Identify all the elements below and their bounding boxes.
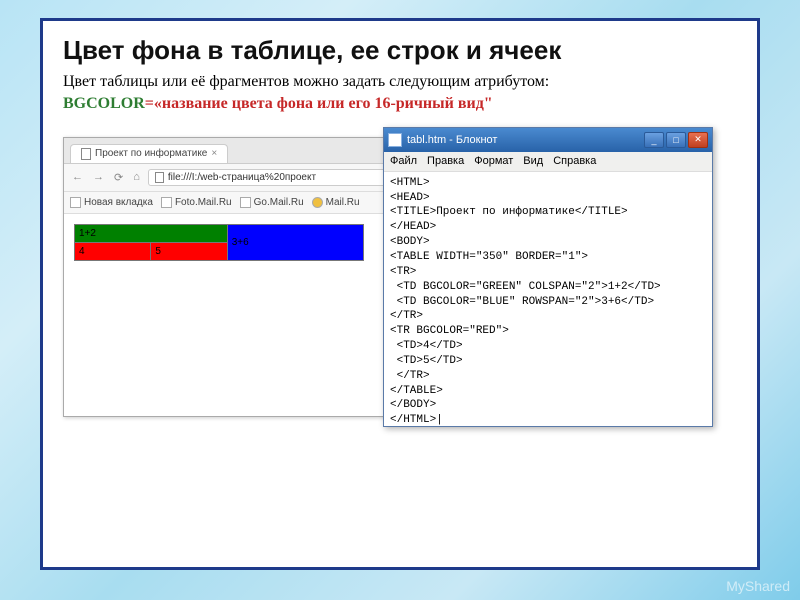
notepad-menu: Файл Правка Формат Вид Справка	[384, 152, 712, 172]
browser-content: 1+2 3+6 4 5	[64, 214, 392, 271]
attr-equals: =	[145, 95, 154, 112]
cell-red: 5	[151, 242, 227, 260]
menu-format[interactable]: Формат	[474, 155, 513, 167]
cell-blue: 3+6	[227, 224, 363, 260]
bookmarks-bar: Новая вкладка Foto.Mail.Ru Go.Mail.Ru Ma…	[64, 192, 392, 214]
notepad-content[interactable]: <HTML> <HEAD> <TITLE>Проект по информати…	[384, 172, 712, 432]
demo-table: 1+2 3+6 4 5	[74, 224, 364, 261]
reload-icon[interactable]: ⟳	[112, 171, 125, 184]
bookmark-item[interactable]: Mail.Ru	[312, 197, 360, 208]
attr-name: BGCOLOR	[63, 95, 145, 112]
nav-forward-icon[interactable]: →	[91, 171, 106, 183]
tab-close-icon[interactable]: ×	[211, 148, 217, 159]
slide-description: Цвет таблицы или её фрагментов можно зад…	[63, 72, 737, 93]
browser-toolbar: ← → ⟳ ⌂ file:///I:/web-страница%20проект	[64, 164, 392, 192]
notepad-icon	[388, 133, 402, 147]
file-icon	[155, 172, 164, 183]
notepad-titlebar[interactable]: tabl.htm - Блокнот _ □ ✕	[384, 128, 712, 152]
window-buttons: _ □ ✕	[644, 132, 708, 148]
page-icon	[161, 197, 172, 208]
attr-value: «название цвета фона или его 16-ричный в…	[154, 95, 493, 112]
tab-title: Проект по информатике	[95, 148, 207, 159]
slide-title: Цвет фона в таблице, ее строк и ячеек	[63, 35, 737, 66]
nav-back-icon[interactable]: ←	[70, 171, 85, 183]
cell-green: 1+2	[75, 224, 228, 242]
close-button[interactable]: ✕	[688, 132, 708, 148]
bookmark-item[interactable]: Go.Mail.Ru	[240, 197, 304, 208]
bookmark-label: Mail.Ru	[326, 197, 360, 208]
minimize-button[interactable]: _	[644, 132, 664, 148]
menu-view[interactable]: Вид	[523, 155, 543, 167]
watermark: MyShared	[726, 578, 790, 594]
menu-edit[interactable]: Правка	[427, 155, 464, 167]
cell-red: 4	[75, 242, 151, 260]
menu-file[interactable]: Файл	[390, 155, 417, 167]
bookmark-item[interactable]: Новая вкладка	[70, 197, 153, 208]
browser-window: Проект по информатике × ← → ⟳ ⌂ file:///…	[63, 137, 393, 417]
slide-frame: Цвет фона в таблице, ее строк и ячеек Цв…	[40, 18, 760, 570]
menu-help[interactable]: Справка	[553, 155, 596, 167]
attribute-example: BGCOLOR=«название цвета фона или его 16-…	[63, 95, 737, 113]
mail-icon	[312, 197, 323, 208]
bookmark-label: Новая вкладка	[84, 197, 153, 208]
page-icon	[70, 197, 81, 208]
notepad-title: tabl.htm - Блокнот	[407, 134, 644, 146]
bookmark-label: Go.Mail.Ru	[254, 197, 304, 208]
bookmark-item[interactable]: Foto.Mail.Ru	[161, 197, 232, 208]
maximize-button[interactable]: □	[666, 132, 686, 148]
home-icon[interactable]: ⌂	[131, 171, 142, 183]
bookmark-label: Foto.Mail.Ru	[175, 197, 232, 208]
file-icon	[81, 148, 91, 160]
notepad-window: tabl.htm - Блокнот _ □ ✕ Файл Правка Фор…	[383, 127, 713, 427]
browser-tabs: Проект по информатике ×	[64, 138, 392, 164]
screenshots-area: Проект по информатике × ← → ⟳ ⌂ file:///…	[63, 127, 737, 447]
table-row: 1+2 3+6	[75, 224, 364, 242]
browser-tab[interactable]: Проект по информатике ×	[70, 144, 228, 163]
address-bar[interactable]: file:///I:/web-страница%20проект	[148, 169, 386, 186]
url-text: file:///I:/web-страница%20проект	[168, 172, 316, 183]
page-icon	[240, 197, 251, 208]
